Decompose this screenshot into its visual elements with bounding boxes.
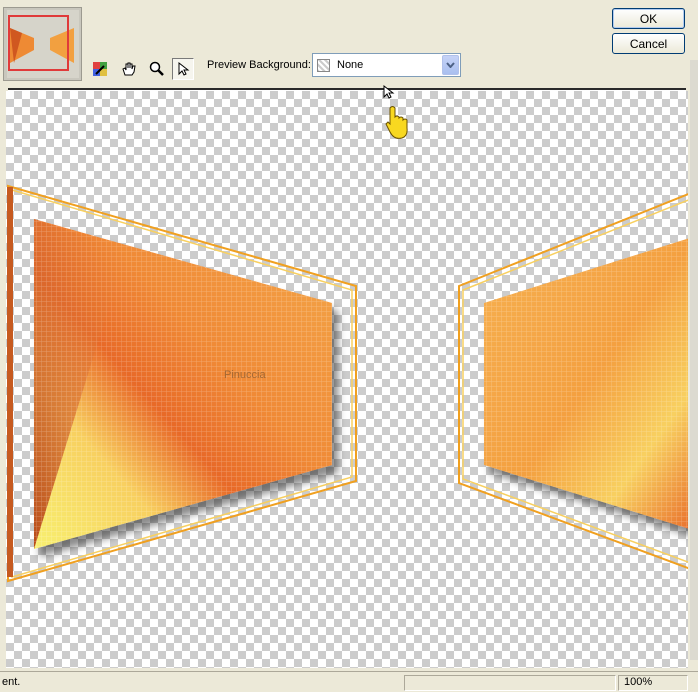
transparent-swatch-icon (317, 59, 330, 72)
hand-icon (122, 62, 136, 76)
pan-tool-button[interactable] (118, 58, 140, 80)
cancel-button[interactable]: Cancel (612, 33, 685, 54)
dropdown-arrow-button[interactable] (442, 55, 459, 75)
preview-artwork (7, 184, 688, 583)
window-edge (690, 60, 698, 660)
preview-background-value: None (337, 59, 364, 71)
preview-thumbnail[interactable] (3, 7, 82, 81)
status-panel (404, 675, 616, 691)
eyedropper-tool-button[interactable] (89, 58, 111, 80)
magnifier-icon (149, 61, 164, 76)
zoom-tool-button[interactable] (146, 58, 168, 80)
preview-background-label: Preview Background: (207, 59, 311, 71)
preview-background-select[interactable]: None (312, 53, 461, 77)
zoom-level: 100% (624, 676, 653, 688)
watermark-text: Pinuccia (224, 369, 266, 381)
status-text: ent. (2, 676, 21, 688)
ok-button[interactable]: OK (612, 8, 685, 29)
arrow-pointer-icon (178, 61, 190, 76)
pointer-tool-button[interactable] (172, 58, 194, 80)
status-bar: ent. 100% (0, 671, 698, 692)
chevron-down-icon (446, 62, 455, 68)
hand-cursor-icon (380, 84, 410, 149)
preview-canvas[interactable]: Pinuccia (6, 91, 688, 668)
eyedropper-icon (93, 62, 107, 76)
toolbar-divider (8, 88, 686, 91)
